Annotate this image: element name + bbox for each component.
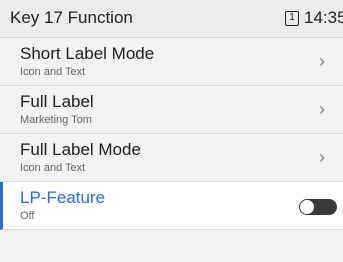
item-label: Full Label Mode <box>20 140 141 159</box>
list-item-full-label-mode[interactable]: Full Label Mode Icon and Text › <box>0 134 343 182</box>
chevron-right-icon: › <box>319 147 325 167</box>
item-label: Full Label <box>20 92 94 111</box>
item-value: Icon and Text <box>20 66 86 78</box>
list-item-full-label[interactable]: Full Label Marketing Tom › <box>0 86 343 134</box>
page-title: Key 17 Function <box>10 8 133 27</box>
settings-list: Short Label Mode Icon and Text › Full La… <box>0 38 343 230</box>
item-label: LP-Feature <box>20 188 106 207</box>
item-value: Off <box>20 210 35 222</box>
list-item-short-label-mode[interactable]: Short Label Mode Icon and Text › <box>0 38 343 86</box>
status-bar: Key 17 Function 1 14:35 <box>0 0 343 38</box>
chevron-right-icon: › <box>319 99 325 119</box>
chevron-right-icon: › <box>319 51 325 71</box>
clock: 14:35 <box>304 8 343 27</box>
list-item-lp-feature[interactable]: LP-Feature Off <box>0 182 343 230</box>
item-value: Marketing Tom <box>20 114 92 126</box>
lp-feature-toggle[interactable] <box>299 199 337 215</box>
item-label: Short Label Mode <box>20 44 155 63</box>
item-value: Icon and Text <box>20 162 86 174</box>
toggle-knob <box>300 200 314 214</box>
line-indicator-icon: 1 <box>285 11 299 26</box>
